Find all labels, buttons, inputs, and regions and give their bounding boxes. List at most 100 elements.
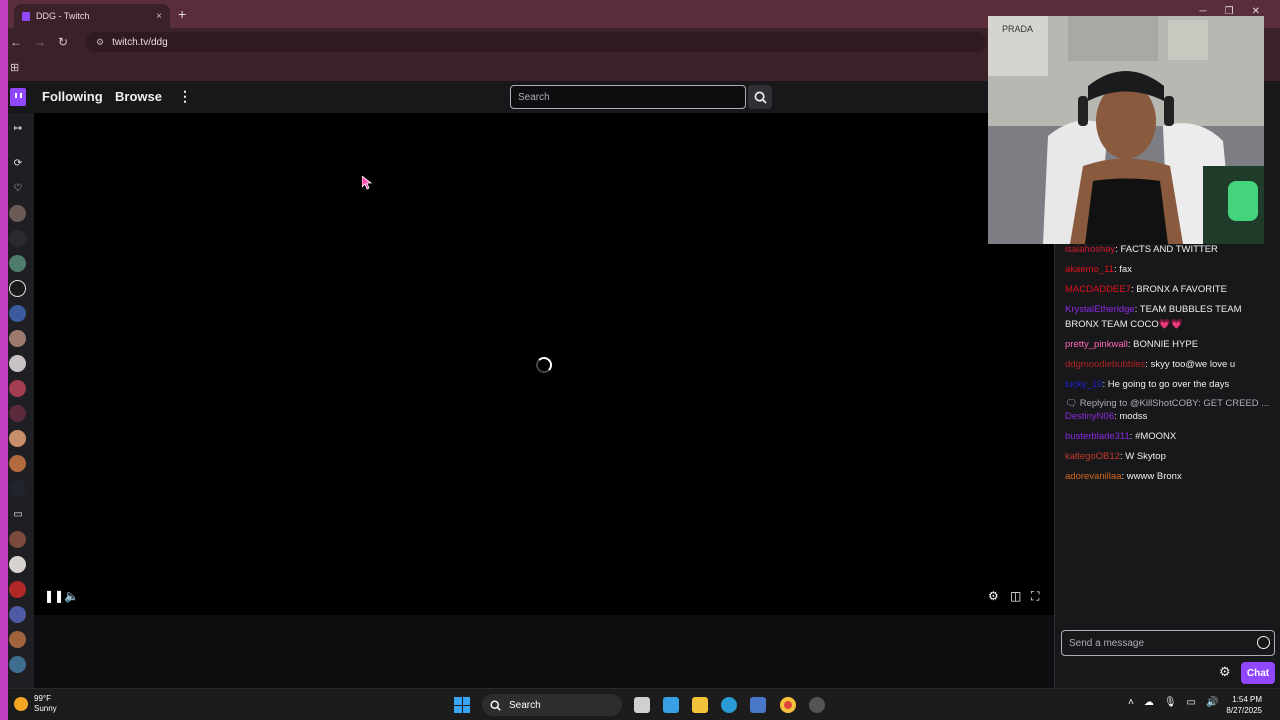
network-icon[interactable]: ☁ (1144, 697, 1154, 708)
chat-username[interactable]: katlegoOB12 (1065, 451, 1120, 462)
channel-avatar[interactable] (9, 305, 26, 322)
sunny-weather-icon (14, 697, 28, 711)
channel-avatar[interactable] (9, 581, 26, 598)
tray-overflow-icon[interactable]: ˄ (1128, 697, 1134, 708)
search-button[interactable] (748, 85, 772, 109)
channel-avatar[interactable] (9, 380, 26, 397)
file-explorer-icon[interactable] (692, 697, 708, 713)
chat-message: busterblade311: #MOONX (1065, 429, 1275, 444)
twitch-favicon-icon (22, 11, 30, 21)
pause-icon[interactable]: ❚❚ (44, 589, 64, 603)
chat-username[interactable]: ddgmoodiebubbles (1065, 359, 1145, 370)
chat-username[interactable]: busterblade311 (1065, 431, 1130, 442)
chat-message: ddgmoodiebubbles: skyy too@we love u (1065, 357, 1275, 372)
search-icon (754, 91, 767, 104)
weather-widget[interactable]: 99°F Sunny (14, 694, 57, 714)
chat-settings-icon[interactable]: ⚙ (1219, 664, 1231, 680)
chat-username[interactable]: KrystalEtheridge (1065, 304, 1135, 315)
webcam-overlay: PRADA (988, 16, 1264, 244)
chrome-browser-icon[interactable] (780, 697, 796, 713)
search-icon (490, 699, 501, 711)
microphone-icon[interactable]: 🎙 (1164, 697, 1177, 708)
copilot-icon[interactable] (663, 697, 679, 713)
channel-avatar[interactable] (9, 205, 26, 222)
channel-avatar[interactable] (9, 355, 26, 372)
clock[interactable]: 1:54 PM 8/27/2025 (1226, 694, 1262, 716)
app-icon[interactable] (809, 697, 825, 713)
heart-icon[interactable]: ♡ (11, 183, 25, 194)
chat-username[interactable]: isaiahoshay (1065, 244, 1115, 255)
video-player[interactable]: ❚❚ 🔈 ⚙ ◫ ⛶ (34, 113, 1054, 615)
speaker-icon[interactable]: 🔊 (1206, 697, 1218, 708)
weather-temp: 99°F (34, 694, 51, 703)
channel-avatar[interactable] (9, 255, 26, 272)
channel-avatar[interactable] (9, 606, 26, 623)
chat-message: lucky_10: He going to go over the days (1065, 377, 1275, 392)
channel-avatar[interactable] (9, 280, 26, 297)
windows-start-icon[interactable] (454, 697, 470, 713)
task-view-icon[interactable] (634, 697, 650, 713)
video-camera-icon[interactable]: ▭ (11, 509, 25, 520)
taskbar-search[interactable]: Search (482, 694, 622, 716)
channel-avatar[interactable] (9, 405, 26, 422)
system-tray: ˄ ☁ 🎙 ▭ 🔊 (1128, 697, 1218, 708)
volume-icon[interactable]: 🔈 (64, 589, 79, 603)
chat-text: : fax (1113, 264, 1132, 275)
webcam-feed-image: PRADA (988, 16, 1264, 244)
chat-text: : W Skytop (1119, 451, 1166, 462)
chat-username[interactable]: MACDADDEE7 (1065, 284, 1131, 295)
site-info-icon[interactable]: ⚙ (96, 37, 104, 48)
channel-avatar[interactable] (9, 480, 26, 497)
chat-message: pretty_pinkwall: BONNIE HYPE (1065, 337, 1275, 352)
chat-message: MACDADDEE7: BRONX A FAVORITE (1065, 282, 1275, 297)
chat-message-input[interactable]: Send a message (1061, 630, 1275, 656)
chat-username[interactable]: DestinyN06 (1065, 411, 1114, 422)
chat-send-button[interactable]: Chat (1241, 662, 1275, 684)
channel-avatar[interactable] (9, 330, 26, 347)
chat-username[interactable]: adorevanillaa (1065, 471, 1122, 482)
new-tab-button[interactable]: + (178, 6, 186, 22)
loading-spinner-icon (536, 357, 552, 373)
theatre-mode-icon[interactable]: ◫ (1010, 589, 1021, 603)
for-you-icon[interactable]: ⟳ (11, 158, 25, 169)
chat-message: adorevanillaa: wwww Bronx (1065, 469, 1275, 484)
followed-channels-sidebar: ↦ ⟳ ♡ ▭ (8, 113, 34, 688)
chat-text: : wwww Bronx (1121, 471, 1182, 482)
address-url: twitch.tv/ddg (112, 36, 168, 48)
twitch-logo-icon[interactable] (10, 88, 26, 106)
chat-message: KrystalEtheridge: TEAM BUBBLES TEAM BRON… (1065, 302, 1275, 332)
search-input[interactable]: Search (510, 85, 746, 109)
back-icon[interactable]: ← (10, 35, 22, 49)
fullscreen-icon[interactable]: ⛶ (1031, 589, 1039, 604)
channel-avatar[interactable] (9, 556, 26, 573)
channel-avatar[interactable] (9, 531, 26, 548)
windows-taskbar: 99°F Sunny Search ˄ ☁ 🎙 ▭ 🔊 1:54 PM 8/27… (8, 688, 1280, 720)
edge-browser-icon[interactable] (721, 697, 737, 713)
clock-time: 1:54 PM (1232, 695, 1262, 704)
nav-browse[interactable]: Browse (115, 89, 162, 104)
apps-grid-icon[interactable]: ⊞ (10, 61, 19, 74)
stream-info-area (34, 615, 1054, 688)
microsoft-store-icon[interactable] (750, 697, 766, 713)
settings-gear-icon[interactable]: ⚙ (988, 589, 999, 603)
chat-username[interactable]: pretty_pinkwall (1065, 339, 1128, 350)
chat-username[interactable]: akaemo_11 (1065, 264, 1114, 275)
chat-input-placeholder: Send a message (1069, 637, 1145, 649)
browser-tab[interactable]: DDG - Twitch × (14, 4, 170, 28)
display-icon[interactable]: ▭ (1187, 697, 1196, 708)
channel-avatar[interactable] (9, 430, 26, 447)
channel-avatar[interactable] (9, 656, 26, 673)
expand-sidebar-icon[interactable]: ↦ (11, 123, 25, 134)
address-bar[interactable]: ⚙ twitch.tv/ddg (86, 32, 986, 52)
chat-username[interactable]: lucky_10 (1065, 379, 1103, 390)
tab-close-icon[interactable]: × (156, 11, 162, 22)
channel-avatar[interactable] (9, 455, 26, 472)
chat-text: : BONNIE HYPE (1127, 339, 1199, 350)
channel-avatar[interactable] (9, 631, 26, 648)
forward-icon[interactable]: → (34, 35, 46, 49)
nav-following[interactable]: Following (42, 89, 103, 104)
channel-avatar[interactable] (9, 230, 26, 247)
reload-icon[interactable]: ↻ (58, 35, 68, 49)
emote-picker-icon[interactable] (1257, 636, 1270, 649)
more-menu-icon[interactable]: ⋮ (178, 88, 192, 105)
